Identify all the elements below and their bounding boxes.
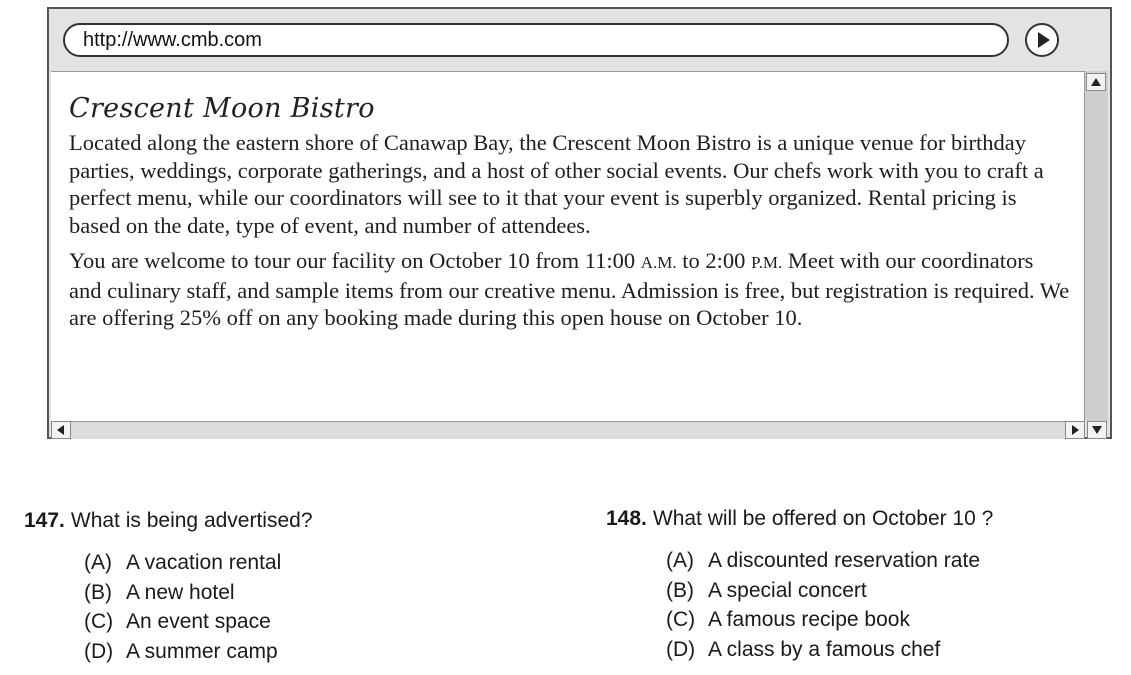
page-title: Crescent Moon Bistro xyxy=(69,93,375,124)
triangle-down-icon xyxy=(1092,426,1102,434)
scroll-left-button[interactable] xyxy=(51,421,71,439)
triangle-up-icon xyxy=(1091,78,1101,86)
question-number: 148. xyxy=(606,507,647,530)
answer-option[interactable]: (C) A famous recipe book xyxy=(666,605,993,635)
browser-window: http://www.cmb.com Crescent Moon Bistro … xyxy=(47,7,1112,439)
answer-option[interactable]: (D) A class by a famous chef xyxy=(666,635,993,665)
answer-option[interactable]: (B) A new hotel xyxy=(84,578,313,608)
question-147: 147. What is being advertised? (A) A vacat… xyxy=(24,508,313,666)
answer-options: (A) A discounted reservation rate (B) A sp… xyxy=(606,546,993,664)
answer-option[interactable]: (A) A discounted reservation rate xyxy=(666,546,993,576)
triangle-right-icon xyxy=(1072,425,1079,435)
vertical-scrollbar[interactable] xyxy=(1084,71,1108,421)
play-arrow-icon xyxy=(1038,32,1050,48)
paragraph-description: Located along the eastern shore of Canaw… xyxy=(69,130,1044,238)
question-148: 148. What will be offered on October 10 ?… xyxy=(606,506,993,664)
question-text: What is being advertised? xyxy=(70,509,313,532)
go-button[interactable] xyxy=(1025,23,1059,57)
scroll-right-button[interactable] xyxy=(1065,421,1085,439)
triangle-left-icon xyxy=(57,425,64,435)
page-content: Crescent Moon Bistro Located along the e… xyxy=(51,71,1084,421)
question-number: 147. xyxy=(24,509,65,532)
scroll-down-button[interactable] xyxy=(1087,421,1107,439)
answer-option[interactable]: (B) A special concert xyxy=(666,576,993,606)
scroll-up-button[interactable] xyxy=(1086,73,1106,91)
horizontal-scrollbar[interactable] xyxy=(51,421,1085,439)
answer-option[interactable]: (A) A vacation rental xyxy=(84,548,313,578)
paragraph-open-house: You are welcome to tour our facility on … xyxy=(69,248,1070,330)
answer-option[interactable]: (D) A summer camp xyxy=(84,637,313,667)
answer-options: (A) A vacation rental (B) A new hotel (C) A… xyxy=(24,548,313,666)
question-text: What will be offered on October 10 ? xyxy=(652,507,994,530)
answer-option[interactable]: (C) An event space xyxy=(84,607,313,637)
address-bar[interactable]: http://www.cmb.com xyxy=(63,23,1009,57)
